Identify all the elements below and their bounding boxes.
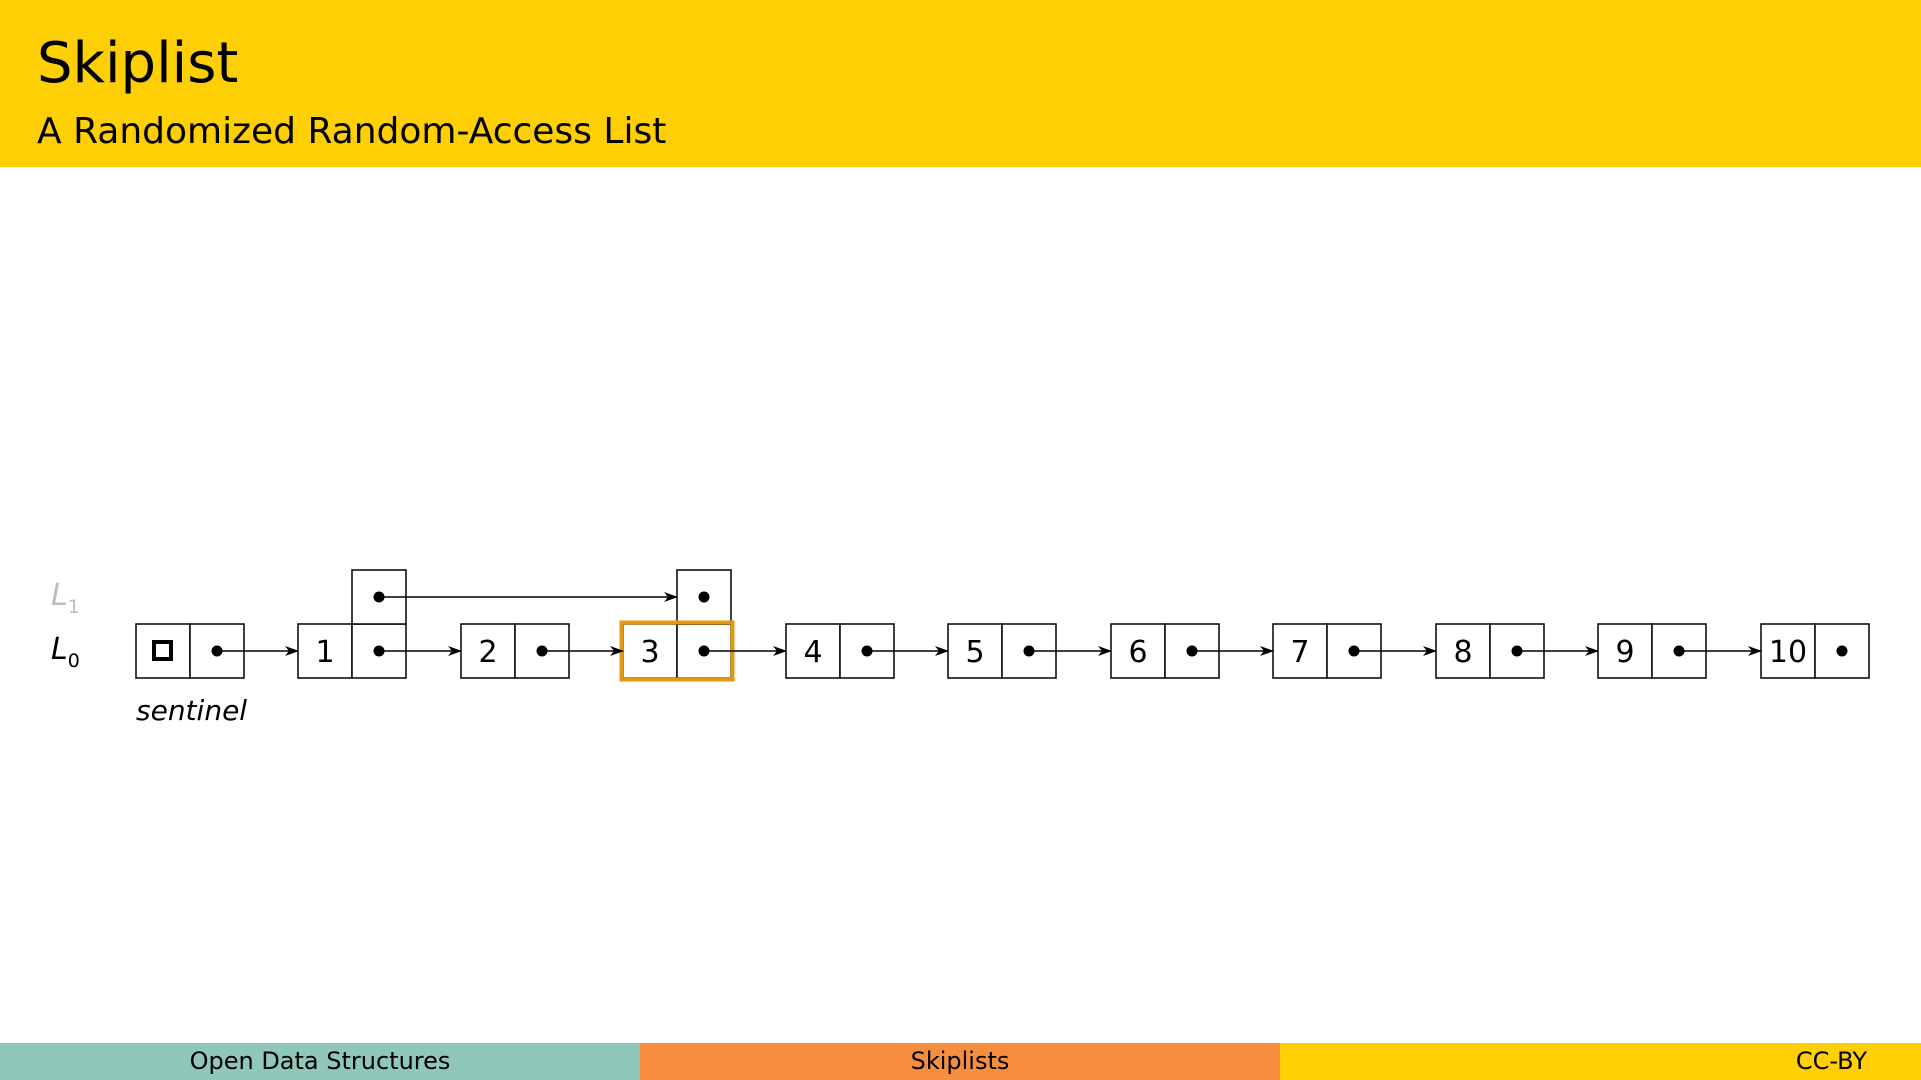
pointer-dot (698, 591, 710, 603)
node-value: 2 (478, 635, 497, 670)
node-value: 3 (640, 635, 659, 670)
footer-section: Skiplists (640, 1043, 1280, 1080)
node-value: 6 (1128, 635, 1147, 670)
level-label-l0: L0 (51, 632, 80, 672)
node-value: 8 (1453, 635, 1472, 670)
node-value: 9 (1615, 635, 1634, 670)
node-value: 4 (803, 635, 822, 670)
node-value: 10 (1769, 635, 1807, 670)
footer-bar: Open Data Structures Skiplists CC-BY (0, 1043, 1921, 1080)
pointer-dot (1836, 645, 1848, 657)
sentinel-label: sentinel (136, 694, 247, 727)
node-value: 7 (1290, 635, 1309, 670)
level-label-l1: L1 (51, 578, 80, 618)
node-value: 1 (315, 635, 334, 670)
nodes-layer: 1 2 3 4 5 6 7 8 9 10 (297, 569, 1870, 682)
node-10: 10 (1760, 623, 1870, 679)
node-1: 1 (297, 569, 407, 679)
node-value: 5 (965, 635, 984, 670)
footer-book-title: Open Data Structures (0, 1043, 640, 1080)
slide: Skiplist A Randomized Random-Access List… (0, 0, 1921, 1080)
skiplist-diagram: L1 L0 sentinel 1 2 3 4 5 6 7 8 9 10 (51, 569, 1870, 727)
node-3: 3 (619, 569, 735, 682)
footer-license: CC-BY (1280, 1043, 1921, 1080)
